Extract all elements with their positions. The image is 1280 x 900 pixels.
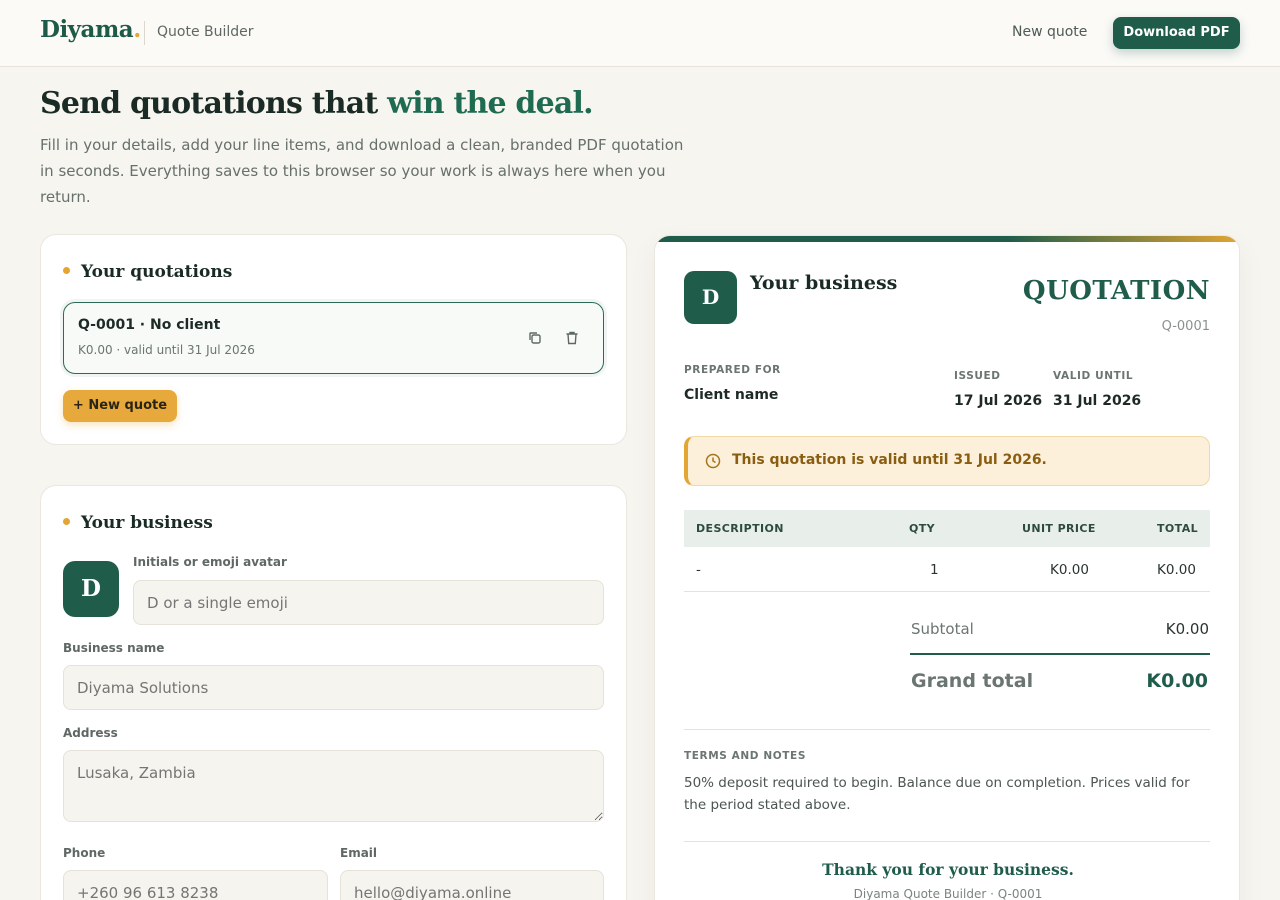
issued-date: 17 Jul 2026 — [954, 393, 1043, 409]
avatar-label: Initials or emoji avatar — [133, 555, 287, 569]
heading-bullet — [63, 267, 70, 274]
preview-avatar: D — [684, 271, 737, 324]
row-divider — [684, 591, 1210, 592]
validity-notice-text: This quotation is valid until 31 Jul 202… — [732, 452, 1047, 468]
client-name: Client name — [684, 387, 779, 403]
brand-divider — [144, 21, 145, 45]
terms-text: 50% deposit required to begin. Balance d… — [684, 775, 1190, 813]
business-heading: Your business — [63, 513, 213, 533]
phone-label: Phone — [63, 846, 106, 860]
quote-list-item[interactable]: Q-0001 · No client K0.00 · valid until 3… — [63, 302, 604, 374]
avatar-input[interactable] — [133, 580, 604, 625]
quotations-card: Your quotations Q-0001 · No client K0.00… — [40, 234, 627, 445]
preview-doc-title: QUOTATION — [1022, 276, 1210, 306]
section-divider — [684, 729, 1210, 730]
business-title: Your business — [81, 513, 213, 533]
trash-icon[interactable] — [563, 329, 581, 347]
quote-item-subtitle: K0.00 · valid until 31 Jul 2026 — [78, 343, 255, 357]
new-quote-link[interactable]: New quote — [1012, 24, 1087, 40]
cell-total: K0.00 — [1157, 562, 1196, 578]
address-textarea[interactable] — [63, 750, 604, 822]
section-divider — [684, 841, 1210, 842]
cell-unit-price: K0.00 — [1050, 562, 1089, 578]
grand-total-label: Grand total — [911, 670, 1034, 692]
business-card: Your business D Initials or emoji avatar… — [40, 485, 627, 900]
page-description: Fill in your details, add your line item… — [40, 136, 684, 206]
page-title: Send quotations that win the deal. — [40, 86, 594, 121]
heading-bullet — [63, 518, 70, 525]
column-unit-price: UNIT PRICE — [1022, 522, 1096, 535]
top-bar: Diyama. Quote Builder New quote Download… — [0, 0, 1280, 67]
grand-total-value: K0.00 — [1146, 670, 1208, 692]
prepared-for-label: PREPARED FOR — [684, 364, 781, 376]
business-name-label: Business name — [63, 641, 165, 655]
new-quote-button[interactable]: + New quote — [63, 390, 177, 422]
quote-preview: D Your business QUOTATION Q-0001 PREPARE… — [654, 235, 1240, 900]
clock-icon — [704, 452, 722, 470]
email-input[interactable] — [340, 870, 604, 900]
title-accent: win the deal. — [387, 86, 593, 121]
app-subtitle: Quote Builder — [157, 24, 254, 40]
preview-business-name: Your business — [750, 272, 898, 294]
valid-until-label: VALID UNTIL — [1053, 370, 1134, 382]
quotations-heading: Your quotations — [63, 262, 232, 282]
business-name-input[interactable] — [63, 665, 604, 710]
brand-dot: . — [133, 16, 141, 43]
items-table-header: DESCRIPTION QTY UNIT PRICE TOTAL — [684, 510, 1210, 547]
brand-name: Diyama — [40, 16, 134, 43]
title-start: Send quotations that — [40, 86, 378, 121]
total-divider — [910, 653, 1210, 655]
email-label: Email — [340, 846, 378, 860]
cell-qty: 1 — [930, 562, 939, 578]
copy-icon[interactable] — [526, 329, 544, 347]
thank-you-text: Thank you for your business. — [822, 860, 1074, 879]
cell-description: - — [696, 562, 701, 578]
issued-label: ISSUED — [954, 370, 1001, 382]
quotations-title: Your quotations — [81, 262, 233, 282]
subtotal-value: K0.00 — [1165, 620, 1209, 638]
download-pdf-button[interactable]: Download PDF — [1113, 17, 1240, 49]
preview-quote-number: Q-0001 — [1161, 319, 1210, 334]
brand-logo[interactable]: Diyama. — [40, 16, 141, 43]
phone-input[interactable] — [63, 870, 328, 900]
terms-label: TERMS AND NOTES — [684, 750, 806, 762]
address-label: Address — [63, 726, 118, 740]
column-total: TOTAL — [1157, 522, 1199, 535]
avatar-preview: D — [63, 561, 119, 617]
column-description: DESCRIPTION — [696, 522, 784, 535]
preview-accent-bar — [655, 236, 1239, 242]
validity-notice: This quotation is valid until 31 Jul 202… — [684, 436, 1210, 486]
quote-item-title: Q-0001 · No client — [78, 317, 221, 333]
preview-footer: Diyama Quote Builder · Q-0001 — [853, 887, 1043, 900]
column-qty: QTY — [909, 522, 936, 535]
valid-until-date: 31 Jul 2026 — [1053, 393, 1142, 409]
subtotal-label: Subtotal — [911, 620, 974, 638]
